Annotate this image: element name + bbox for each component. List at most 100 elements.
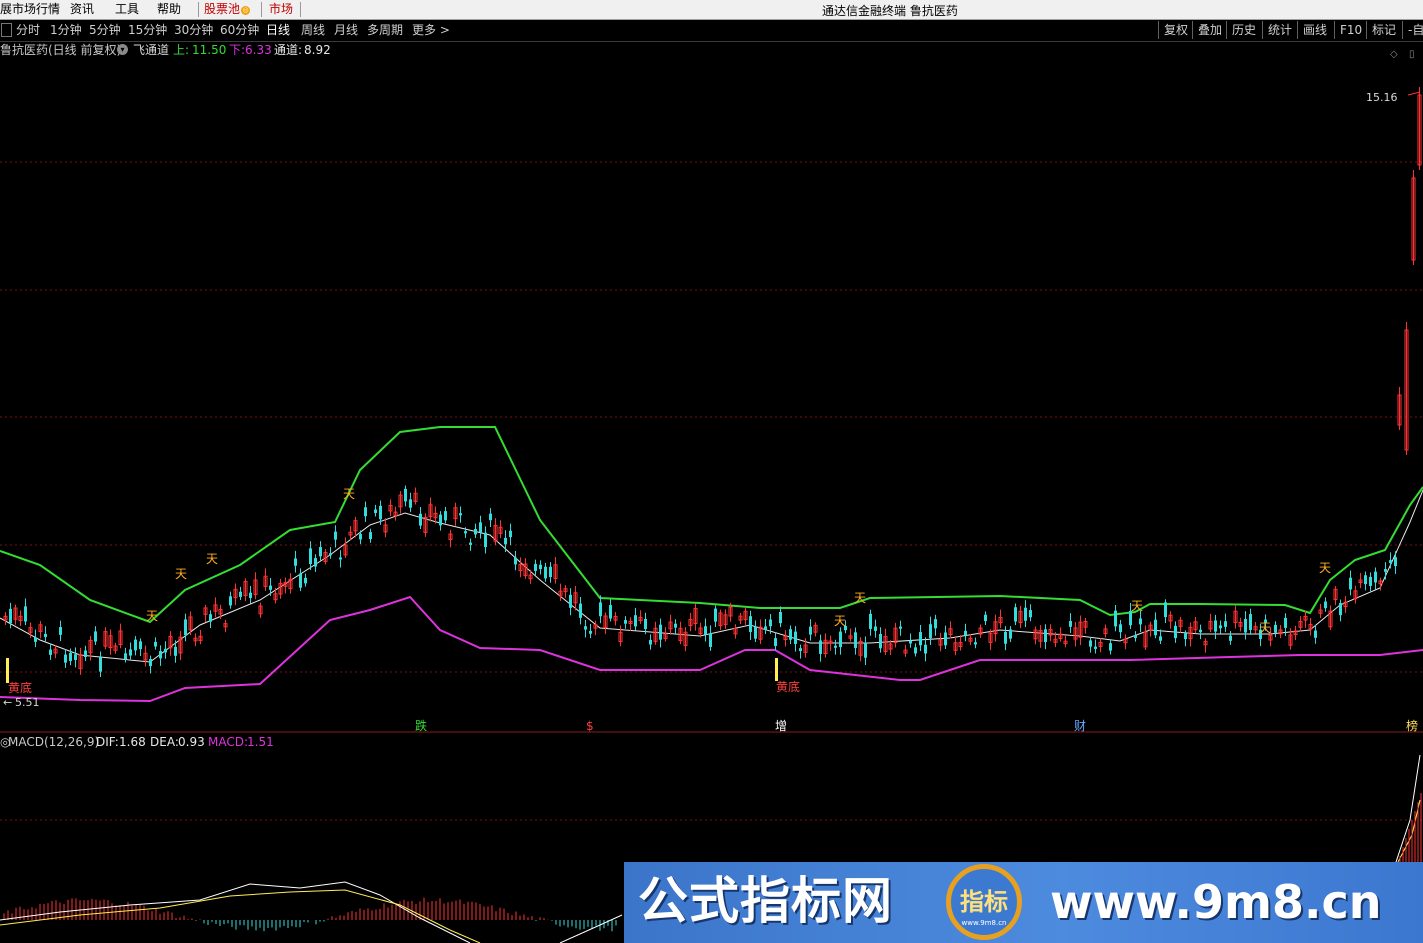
- buy-signal-mark: 天: [1131, 599, 1143, 613]
- candle-body: [1364, 575, 1367, 585]
- candle-body: [64, 654, 67, 663]
- candle-body: [659, 624, 662, 640]
- candle-body: [1214, 620, 1217, 632]
- candle-body: [769, 619, 772, 627]
- candle-body: [314, 558, 317, 567]
- candle-body: [164, 648, 167, 653]
- candle-body: [304, 577, 307, 584]
- candle-body: [984, 614, 987, 622]
- candle-body: [1374, 571, 1377, 583]
- candle-body: [419, 513, 422, 526]
- kline-chart[interactable]: 天天天天天天天天天 15.16 ← 5.51 黄底 黄底 跌 $ 增 财 榜 ◇…: [0, 0, 1423, 943]
- candle-body: [754, 626, 757, 639]
- candle-body: [794, 631, 797, 644]
- candle-body: [174, 646, 177, 656]
- bottom-signal-1: 黄底: [8, 680, 32, 695]
- candle-body: [644, 618, 647, 630]
- watermark-logo-text: 指标: [960, 888, 1008, 916]
- candle-body: [1184, 633, 1187, 640]
- candle-body: [674, 623, 677, 628]
- candle-body: [1154, 619, 1157, 636]
- candle-body: [489, 513, 492, 521]
- candle-body: [974, 642, 977, 645]
- lower-channel-line: [0, 595, 1423, 703]
- candle-body: [539, 564, 542, 570]
- candle-body: [834, 645, 837, 648]
- candle-body: [44, 633, 47, 638]
- candle-body: [649, 639, 652, 645]
- candle-body: [749, 616, 752, 632]
- candle-body: [809, 626, 812, 635]
- buy-signal-mark: 天: [146, 609, 158, 623]
- candle-body: [1249, 614, 1252, 630]
- candle-body: [184, 619, 187, 636]
- event-mark-finance[interactable]: 财: [1074, 719, 1086, 733]
- candle-body: [609, 605, 612, 619]
- candle-body: [919, 632, 922, 646]
- candle-body: [1114, 610, 1117, 627]
- candle-body: [914, 647, 917, 654]
- candle-body: [704, 626, 707, 635]
- candle-body: [774, 638, 777, 646]
- candle-body: [509, 530, 512, 538]
- candle-body: [1394, 557, 1397, 567]
- watermark-site-name: 公式指标网: [638, 872, 893, 930]
- candle-body: [309, 548, 312, 565]
- candle-body: [1369, 576, 1372, 586]
- candle-body: [1129, 610, 1132, 626]
- event-mark-list[interactable]: 榜: [1406, 718, 1418, 733]
- candle-body: [69, 652, 72, 662]
- candle-body: [624, 620, 627, 624]
- scroll-up-icon[interactable]: ▯: [1409, 49, 1415, 60]
- chart-marks: 天天天天天天天天天: [6, 487, 1331, 683]
- settings-diamond-icon[interactable]: ◇: [1390, 49, 1398, 60]
- candle-body: [1029, 610, 1032, 618]
- candle-body: [84, 650, 87, 658]
- candle-body: [1229, 635, 1232, 641]
- candle-body: [1324, 601, 1327, 609]
- candle-body: [249, 592, 252, 598]
- candle-body: [479, 522, 482, 533]
- candle-body: [134, 639, 137, 651]
- candle-body: [1339, 603, 1342, 616]
- event-mark-fall[interactable]: 跌: [415, 718, 427, 733]
- candle-body: [374, 509, 377, 514]
- candle-body: [544, 566, 547, 579]
- event-mark-dollar[interactable]: $: [586, 719, 594, 733]
- candle-body: [1224, 621, 1227, 627]
- candle-body: [154, 641, 157, 647]
- candle-body: [359, 534, 362, 540]
- buy-signal-mark: 天: [854, 591, 866, 605]
- candle-body: [584, 626, 587, 630]
- candle-body: [1134, 635, 1137, 638]
- bottom-signal-2: 黄底: [776, 679, 800, 694]
- candle-body: [934, 619, 937, 629]
- candle-body: [1244, 619, 1247, 633]
- candle-body: [59, 627, 62, 635]
- candle-body: [709, 633, 712, 647]
- event-mark-increase[interactable]: 增: [775, 719, 787, 733]
- candle-body: [474, 528, 477, 535]
- candle-body: [819, 640, 822, 654]
- low-price-arrow: ←: [3, 696, 12, 709]
- candle-body: [929, 624, 932, 639]
- candle-body: [269, 585, 272, 590]
- chart-grid: [0, 161, 1423, 821]
- candle-body: [444, 511, 447, 521]
- candle-body: [879, 633, 882, 649]
- candle-body: [864, 642, 867, 658]
- candle-body: [964, 630, 967, 636]
- candle-body: [504, 537, 507, 545]
- dif-line: [559, 914, 623, 943]
- candle-body: [839, 631, 842, 648]
- candle-body: [944, 632, 947, 646]
- watermark-url: www.9m8.cn: [1050, 875, 1382, 929]
- candle-body: [1219, 625, 1222, 629]
- candle-body: [409, 499, 412, 508]
- candle-body: [589, 630, 592, 634]
- candle-body: [339, 557, 342, 560]
- candle-body: [464, 531, 467, 534]
- candle-body: [1139, 618, 1142, 625]
- candle-body: [1199, 629, 1202, 633]
- candle-body: [534, 563, 537, 571]
